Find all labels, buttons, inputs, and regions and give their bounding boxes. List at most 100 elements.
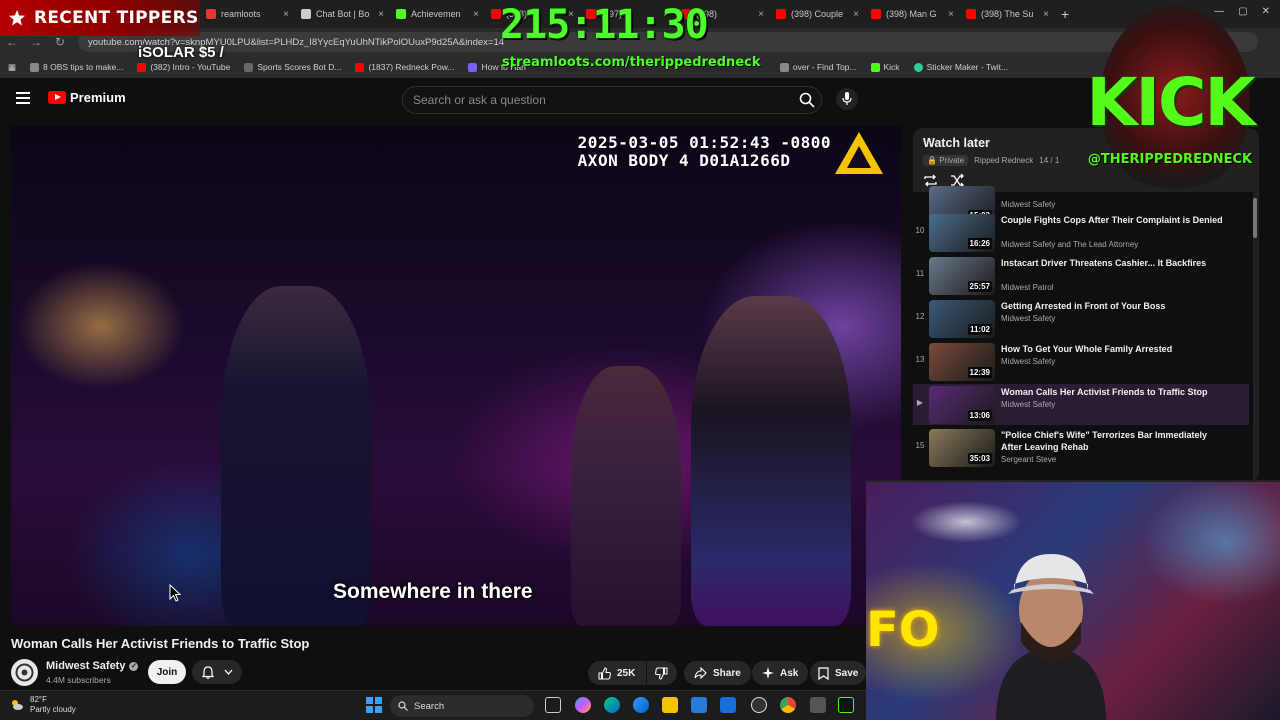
playlist-item-channel: Midwest Safety [1001, 357, 1056, 366]
like-button[interactable]: 25K [588, 661, 646, 685]
copilot-icon[interactable] [575, 697, 591, 713]
ask-button[interactable]: Ask [752, 661, 809, 685]
playlist-item[interactable]: 10 16:26 Couple Fights Cops After Their Co… [913, 212, 1249, 253]
hamburger-menu-icon[interactable] [16, 92, 30, 104]
playlist-title[interactable]: Watch later [923, 136, 1059, 150]
playlist-item-title: "Police Chief's Wife" Terrorizes Bar Imm… [1001, 430, 1207, 452]
share-icon [694, 667, 707, 679]
weather-widget[interactable]: 82°F Partly cloudy [10, 695, 76, 715]
browser-tab[interactable]: Chat Bot | Bo × [295, 2, 390, 26]
close-icon[interactable]: × [1043, 9, 1049, 20]
playlist-item-thumbnail[interactable]: 12:39 [929, 343, 995, 381]
playlist-item-thumbnail[interactable]: 35:03 [929, 429, 995, 467]
edge-beta-icon[interactable] [633, 697, 649, 713]
save-button[interactable]: Save [810, 661, 867, 685]
bookmark-label: (382) Intro - YouTube [150, 62, 231, 72]
playlist-item-thumbnail[interactable]: 11:02 [929, 300, 995, 338]
partly-cloudy-icon [12, 700, 23, 710]
youtube-logo[interactable]: Premium [48, 90, 126, 105]
playlist-item-channel: Sergeant Steve [1001, 455, 1057, 464]
channel-name[interactable]: Midwest Safety ✓ [46, 660, 139, 672]
task-view-icon[interactable] [545, 697, 561, 713]
ask-label: Ask [780, 667, 799, 679]
search-icon[interactable] [799, 92, 815, 108]
bookmark-label: over - Find Top... [792, 62, 857, 72]
channel-name-text: Midwest Safety [46, 660, 126, 672]
bell-icon [201, 665, 214, 679]
close-icon[interactable]: × [378, 9, 384, 20]
playlist-item-thumbnail[interactable]: 25:57 [929, 257, 995, 295]
bookmark-favicon-icon [870, 62, 880, 72]
reload-icon[interactable]: ↻ [48, 35, 72, 49]
playlist-item-thumbnail[interactable]: 16:26 [929, 214, 995, 252]
close-icon[interactable]: × [948, 9, 954, 20]
microphone-icon[interactable] [836, 88, 858, 110]
taskbar-search[interactable]: Search [390, 695, 534, 717]
bookmark-item[interactable]: (1837) Redneck Pow... [355, 62, 454, 72]
playlist-item[interactable]: 12 11:02 Getting Arrested in Front of Your… [913, 298, 1249, 339]
save-label: Save [835, 667, 859, 679]
browser-tab[interactable]: (398) Couple × [770, 2, 865, 26]
bookmark-favicon-icon [137, 62, 147, 72]
neon-sign: FO [866, 602, 940, 658]
close-icon[interactable]: × [758, 9, 764, 20]
bookmark-item[interactable]: over - Find Top... [779, 62, 857, 72]
channel-avatar[interactable] [11, 659, 38, 686]
browser-tab[interactable]: (398) The Su × [960, 2, 1055, 26]
bookmark-label: Sticker Maker - Twit... [926, 62, 1009, 72]
bookmark-item[interactable]: Sticker Maker - Twit... [913, 62, 1009, 72]
app-icon[interactable] [810, 697, 826, 713]
tab-favicon-icon [776, 9, 786, 19]
notifications-button[interactable] [192, 660, 242, 684]
playlist-item-thumbnail[interactable]: 13:06 [929, 386, 995, 424]
weather-condition: Partly cloudy [30, 705, 76, 714]
join-button[interactable]: Join [148, 660, 186, 684]
browser-tab[interactable]: Achievemen × [390, 2, 485, 26]
edge-icon[interactable] [604, 697, 620, 713]
close-icon[interactable]: × [283, 9, 289, 20]
close-icon[interactable]: × [853, 9, 859, 20]
playlist-item-channel: Midwest Safety [1001, 200, 1056, 209]
search-icon [398, 701, 408, 711]
playlist-item-duration: 12:39 [967, 367, 992, 378]
dislike-button[interactable] [647, 661, 677, 685]
tab-favicon-icon [301, 9, 311, 19]
playlist-item[interactable]: ▶ 13:06 Woman Calls Her Activist Friends t… [913, 384, 1249, 425]
file-explorer-icon[interactable] [662, 697, 678, 713]
bookmark-item[interactable]: (382) Intro - YouTube [137, 62, 230, 72]
obs-icon[interactable] [751, 697, 767, 713]
screen: reamloots × Chat Bot | Bo × Achievemen × (3… [0, 0, 1280, 720]
chrome-icon[interactable] [780, 697, 796, 713]
close-icon[interactable]: × [473, 9, 479, 20]
playlist-owner[interactable]: Ripped Redneck [974, 156, 1033, 165]
apps-icon[interactable]: ▦ [8, 62, 16, 73]
back-icon[interactable]: ← [0, 35, 24, 49]
playlist-item[interactable]: 15 35:03 "Police Chief's Wife" Terrorizes … [913, 427, 1249, 468]
share-button[interactable]: Share [684, 661, 751, 685]
browser-tab[interactable]: (398) Man G × [865, 2, 960, 26]
terminal-icon[interactable] [838, 697, 854, 713]
playlist-item-channel: Midwest Safety and The Lead Attorney [1001, 240, 1139, 249]
store-icon[interactable] [691, 697, 707, 713]
browser-tab[interactable]: reamloots × [200, 2, 295, 26]
bookmark-item[interactable]: Sports Scores Bot D... [244, 62, 341, 72]
playlist-item-duration: 16:26 [967, 238, 992, 249]
tab-label: Chat Bot | Bo [316, 9, 370, 19]
forward-icon[interactable]: → [24, 35, 48, 49]
playlist-meta: 🔒 Private Ripped Redneck 14 / 1 [923, 155, 1059, 166]
thumbs-up-icon [598, 666, 611, 679]
playlist-scrollbar[interactable] [1253, 198, 1257, 238]
video-player[interactable]: 2025-03-05 01:52:43 -0800 AXON BODY 4 D0… [11, 126, 901, 626]
bookmark-item[interactable]: Kick [870, 62, 900, 72]
playlist-item[interactable]: 13 12:39 How To Get Your Whole Family Arre… [913, 341, 1249, 382]
playlist-item[interactable]: 11 25:57 Instacart Driver Threatens Cashie… [913, 255, 1249, 296]
mail-icon[interactable] [720, 697, 736, 713]
windows-start-icon[interactable] [366, 697, 382, 713]
playlist-item-title: Instacart Driver Threatens Cashier... It… [1001, 258, 1207, 268]
playlist-item-title: Couple Fights Cops After Their Complaint… [1001, 215, 1223, 225]
subathon-timer: 215:11:30 [500, 2, 709, 48]
bookmark-item[interactable]: 8 OBS tips to make... [30, 62, 123, 72]
search-input[interactable] [403, 93, 783, 107]
playlist-item-index: 15 [915, 441, 925, 450]
tab-favicon-icon [871, 9, 881, 19]
